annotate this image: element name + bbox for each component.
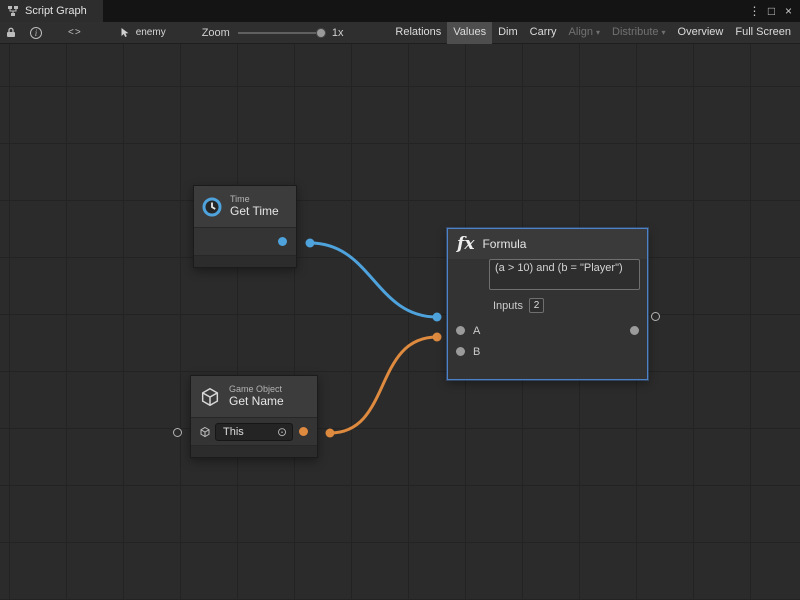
formula-port-row-b: B [448,341,647,362]
close-icon[interactable]: × [780,0,797,22]
formula-ports: A B [448,320,647,362]
formula-fx-icon: fx [457,234,474,254]
cube-icon-small [199,426,211,438]
menu-icon[interactable]: ⋮ [746,0,763,22]
script-graph-window: Script Graph ⋮ □ × i <> enemy Zoom [0,0,800,600]
formula-input-b-label: B [473,346,480,358]
window-controls: ⋮ □ × [746,0,800,22]
get-time-port-row [194,228,296,255]
graph-canvas[interactable]: Time Get Time fx Formula (a > 10) and (b… [0,44,800,600]
get-name-input-port[interactable] [173,428,182,437]
cube-icon [199,386,221,408]
zoom-value: 1x [332,27,344,39]
info-icon: i [30,27,42,39]
connection-get-time-to-formula-a[interactable] [310,243,437,317]
wire-endpoint-orange-target[interactable] [433,333,442,342]
wire-endpoint-blue-source[interactable] [306,239,315,248]
toolbar-button-dim[interactable]: Dim [492,22,524,44]
get-name-header: Game Object Get Name [191,376,317,418]
get-name-footer [191,445,317,457]
formula-header: fx Formula [448,229,647,259]
info-button[interactable]: i [30,22,42,44]
connection-get-name-to-formula-b[interactable] [330,337,437,433]
get-time-title: Get Time [230,205,279,219]
maximize-icon[interactable]: □ [763,0,780,22]
zoom-slider[interactable] [238,22,326,44]
toolbar-button-carry[interactable]: Carry [524,22,563,44]
toolbar-button-distribute[interactable]: Distribute ▾ [606,22,671,44]
toolbar-button-fullscreen[interactable]: Full Screen [729,22,797,44]
get-name-title: Get Name [229,395,284,409]
formula-inputs-label: Inputs [493,300,523,312]
get-name-target-value: This [223,426,244,438]
formula-port-row-a: A [448,320,647,341]
wire-endpoint-blue-target[interactable] [433,313,442,322]
node-get-name[interactable]: Game Object Get Name This ⊙ [190,375,318,458]
clock-icon [202,197,222,217]
node-formula[interactable]: fx Formula (a > 10) and (b = "Player") I… [447,228,648,380]
get-time-header: Time Get Time [194,186,296,228]
get-name-port-row: This ⊙ [191,418,317,445]
get-time-output-port[interactable] [278,237,287,246]
lock-icon [6,27,16,38]
graph-toolbar: i <> enemy Zoom 1x Relations Values Dim … [0,22,800,44]
title-bar: Script Graph ⋮ □ × [0,0,800,22]
zoom-slider-track[interactable] [238,32,326,34]
toolbar-buttons: Relations Values Dim Carry Align▾ Distri… [389,22,797,44]
window-title: Script Graph [25,5,87,17]
object-picker-icon[interactable]: ⊙ [277,426,287,438]
toolbar-button-overview[interactable]: Overview [672,22,730,44]
code-icon: <> [68,27,82,38]
formula-inputs-row: Inputs 2 [493,298,647,313]
graph-owner-button[interactable]: enemy [120,27,166,38]
script-graph-icon [7,5,19,17]
chevron-down-icon: ▾ [662,28,666,37]
wire-endpoint-orange-source[interactable] [326,429,335,438]
align-label: Align [569,26,593,38]
graph-owner-label: enemy [136,27,166,38]
node-get-time[interactable]: Time Get Time [193,185,297,268]
cursor-icon [120,27,131,38]
formula-title: Formula [482,237,526,251]
lock-button[interactable] [6,22,16,44]
formula-output-port[interactable] [630,326,639,335]
get-time-titles: Time Get Time [230,194,279,218]
get-time-footer [194,255,296,267]
chevron-down-icon: ▾ [596,28,600,37]
tab-script-graph[interactable]: Script Graph [0,0,103,22]
formula-input-a-label: A [473,325,480,337]
formula-expression-input[interactable]: (a > 10) and (b = "Player") [489,259,640,290]
toolbar-button-values[interactable]: Values [447,22,492,44]
toolbar-button-relations[interactable]: Relations [389,22,447,44]
distribute-label: Distribute [612,26,658,38]
formula-input-b-port[interactable] [456,347,465,356]
toolbar-button-align[interactable]: Align▾ [563,22,606,44]
get-name-titles: Game Object Get Name [229,384,284,408]
get-name-output-port[interactable] [299,427,308,436]
connections-layer [0,44,800,600]
formula-output-external-port[interactable] [651,312,660,321]
formula-inputs-count-field[interactable]: 2 [529,298,544,313]
zoom-label: Zoom [202,27,230,39]
formula-input-a-port[interactable] [456,326,465,335]
zoom-slider-handle[interactable] [316,28,326,38]
get-name-target-field[interactable]: This ⊙ [215,423,293,441]
code-view-button[interactable]: <> [68,22,82,44]
